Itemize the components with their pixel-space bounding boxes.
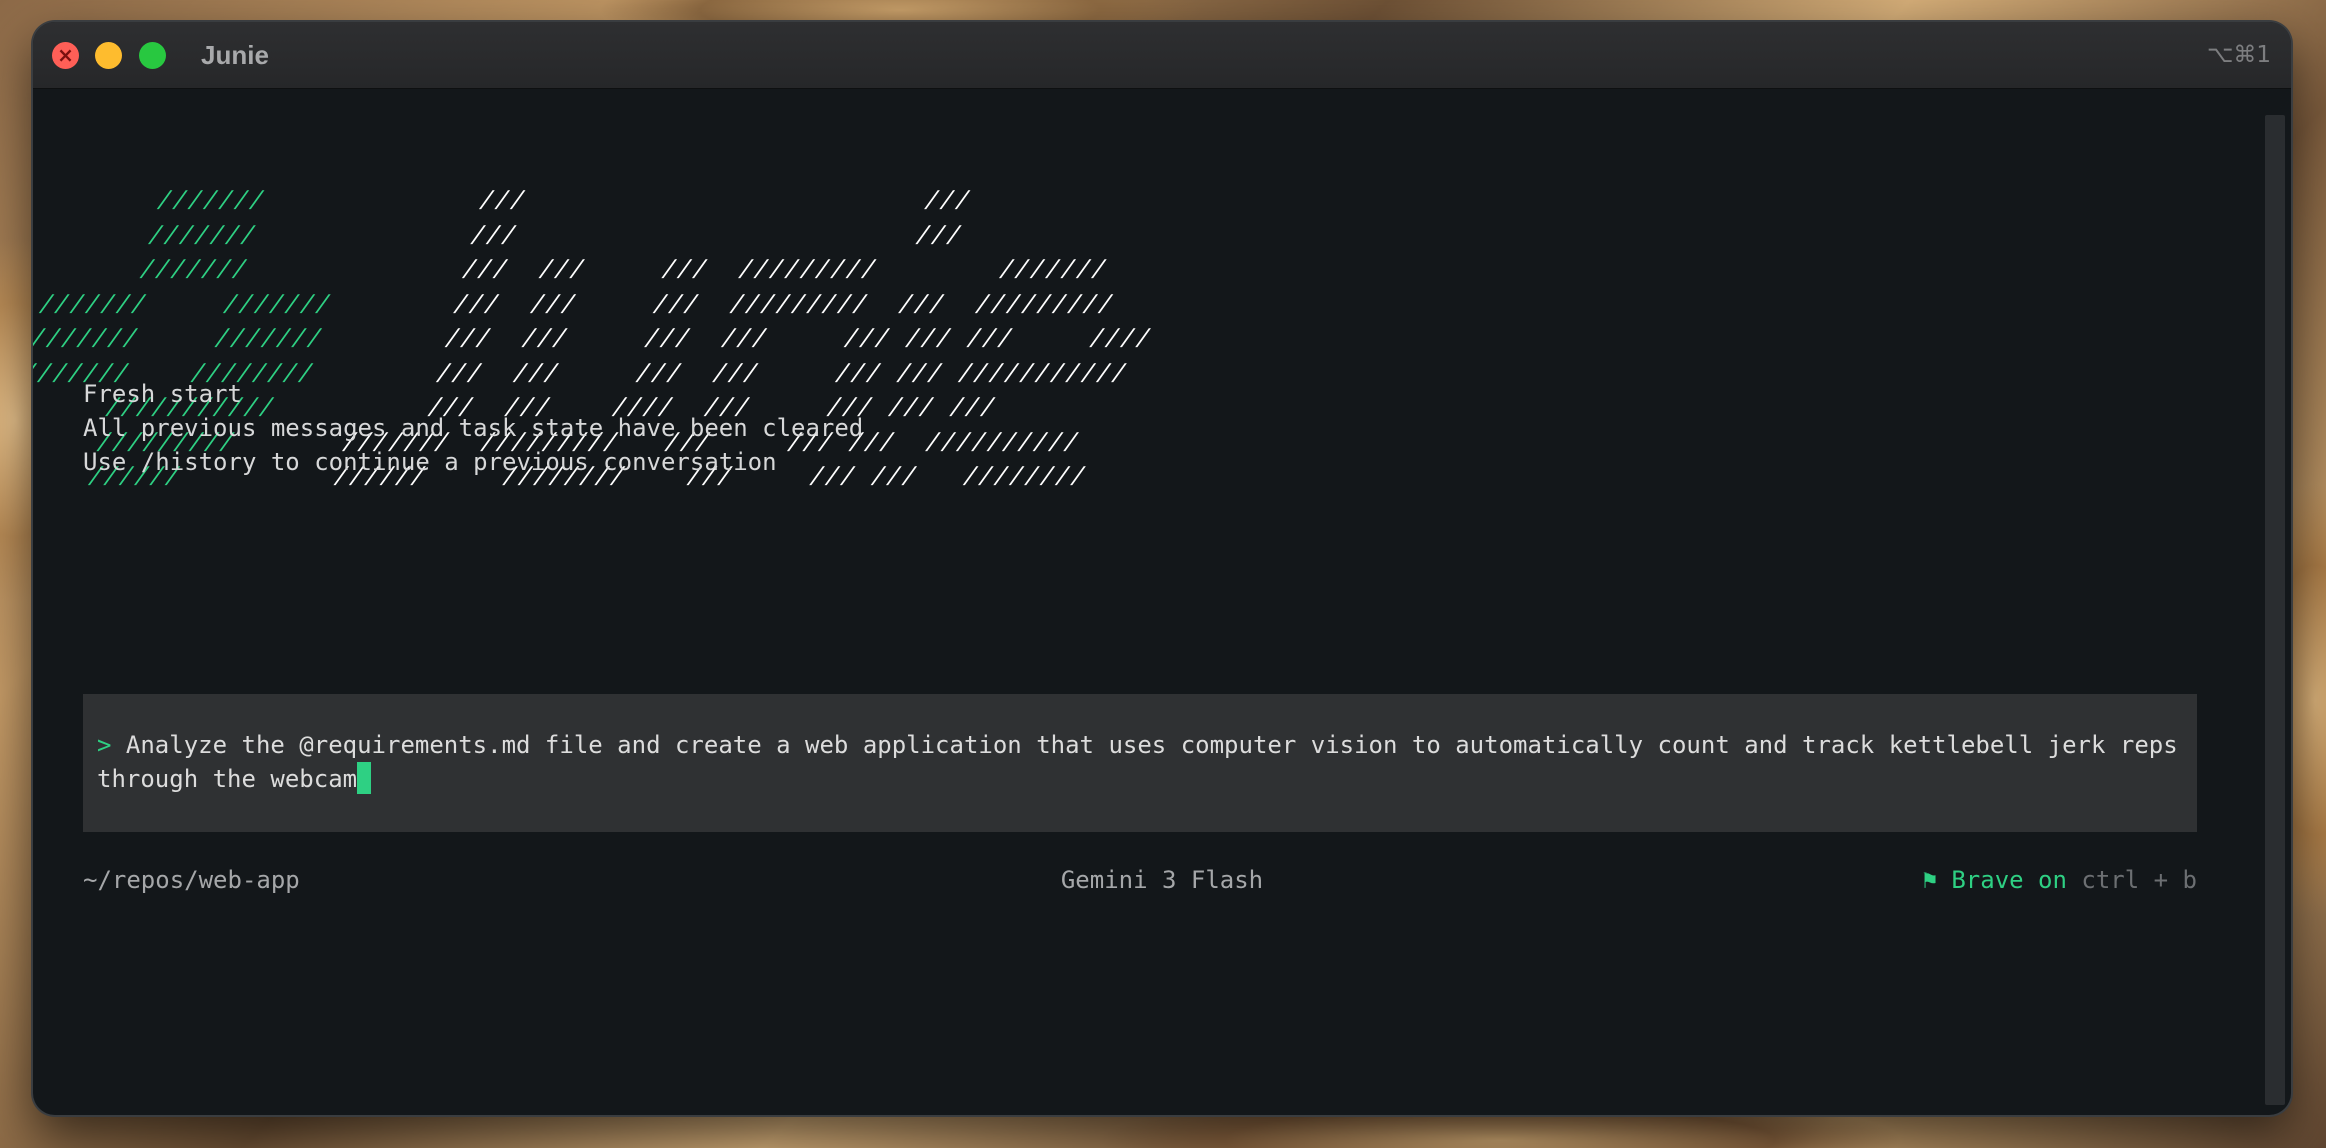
prompt-text: Analyze the @requirements.md file and cr… (97, 731, 2193, 793)
brave-mode-label: ⚑ Brave on (1922, 866, 2067, 894)
logo-segment: /// /// (262, 187, 975, 213)
close-icon: × (57, 43, 74, 67)
window-title: Junie (201, 40, 269, 70)
scrollbar[interactable] (2265, 115, 2285, 1105)
logo-line: /////// /// /// /// ///////// /////// (44, 252, 1173, 287)
logo-segment: /////// /////// (36, 290, 335, 317)
logo-line: /////// /// /// (61, 183, 1190, 218)
text-cursor (357, 762, 372, 794)
logo-segment: /// /// /// /// /// /// /////////// (311, 359, 1132, 386)
close-window-button[interactable]: × (52, 42, 79, 69)
logo-segment: /////// (62, 187, 269, 213)
logo-segment: /// /// /// /// /// /// /// //// (319, 325, 1155, 351)
maximize-window-button[interactable] (139, 42, 166, 69)
logo-segment: /////// (45, 256, 252, 282)
history-hint-message: Use /history to continue a previous conv… (83, 448, 777, 476)
window-shortcut: ⌥⌘1 (2206, 42, 2271, 68)
title-bar[interactable]: × Junie ⌥⌘1 (33, 22, 2291, 89)
terminal-content[interactable]: /////// /// /// /////// /// /// /////// … (33, 89, 2291, 1115)
brave-mode-indicator[interactable]: ⚑ Brave on ctrl + b (1922, 865, 2197, 895)
fresh-start-message: Fresh start (83, 380, 242, 408)
logo-line: /////// /////// /// /// /// /// /// /// … (33, 321, 1156, 356)
prompt-input[interactable]: > Analyze the @requirements.md file and … (97, 728, 2187, 796)
minimize-window-button[interactable] (95, 42, 122, 69)
logo-segment: /////// (53, 221, 260, 248)
logo-segment: /////// /////// (33, 325, 327, 351)
logo-segment: /// /// /// ///////// /////// (244, 256, 1111, 282)
prompt-input-box[interactable]: > Analyze the @requirements.md file and … (83, 694, 2197, 832)
logo-segment: /// /// /// ///////// /// ///////// (328, 290, 1118, 317)
logo-line: /////// /////// /// /// /// ///////// //… (36, 287, 1165, 322)
logo-line: /////// /// /// (53, 218, 1182, 253)
cleared-message: All previous messages and task state hav… (83, 414, 864, 442)
logo-segment: /// /// (253, 221, 966, 248)
brave-shortcut-hint: ctrl + b (2066, 866, 2197, 894)
terminal-window: × Junie ⌥⌘1 /////// /// /// /////// /// … (33, 22, 2291, 1115)
prompt-marker: > (97, 731, 112, 759)
